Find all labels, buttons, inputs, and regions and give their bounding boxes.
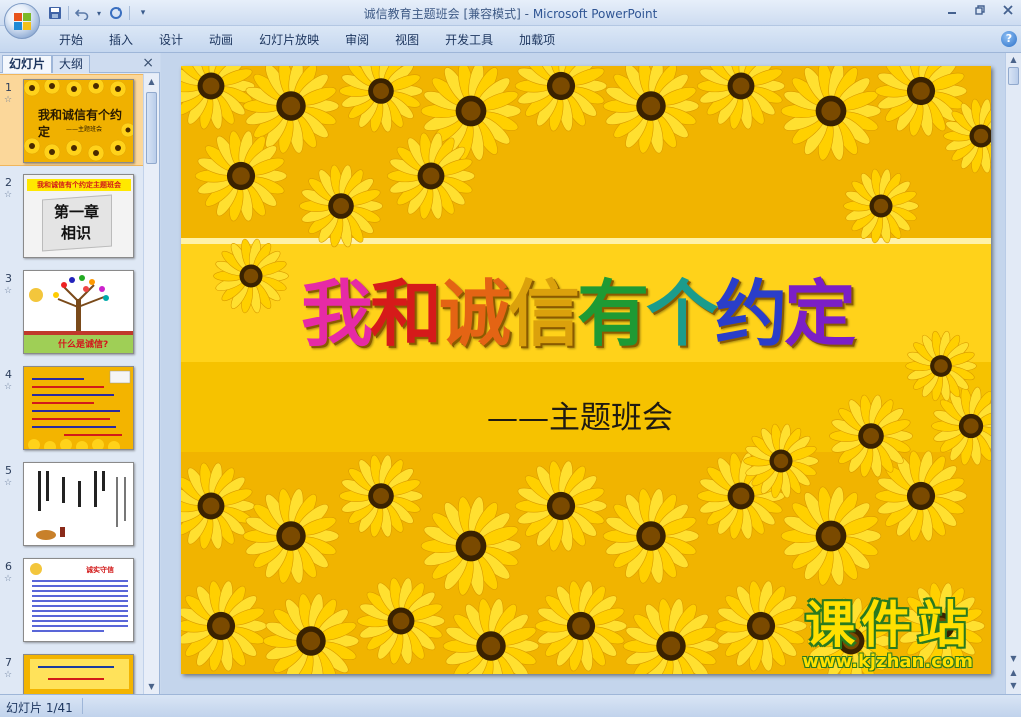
scroll-up-icon[interactable]: ▲ xyxy=(1008,54,1019,65)
slide-number: 7 xyxy=(5,656,12,669)
slide-number: 5 xyxy=(5,464,12,477)
tab-slideshow[interactable]: 幻灯片放映 xyxy=(246,31,332,49)
slide-thumbnail-list: 1 ☆ 我和诚信有个约定 ——主题班会 2 ☆ 我和诚信有个约定主题班会 第一章… xyxy=(0,74,144,694)
watermark-text: 课件站 xyxy=(805,596,973,654)
window-title-app: Microsoft PowerPoint xyxy=(532,7,658,21)
slide-thumbnail-row[interactable]: 6 ☆ 诚实守信 xyxy=(0,554,144,646)
slides-pane-scrollbar[interactable]: ▲ ▼ xyxy=(143,74,159,694)
tab-insert[interactable]: 插入 xyxy=(96,31,146,49)
scroll-down-icon[interactable]: ▼ xyxy=(1008,653,1019,664)
blue-text-pattern xyxy=(30,563,128,632)
status-bar: 幻灯片 1/41 xyxy=(0,694,1021,717)
next-slide-icon[interactable]: ▼ xyxy=(1008,680,1019,691)
vertical-text-pattern xyxy=(36,471,126,540)
slide-number: 3 xyxy=(5,272,12,285)
slide-number: 1 xyxy=(5,81,12,94)
title-char: 和 xyxy=(370,271,442,356)
pane-close-icon[interactable]: × xyxy=(142,55,154,71)
title-bar: ▾ ▾ 诚信教育主题班会 [兼容模式] - Microsoft PowerPoi… xyxy=(0,0,1021,39)
slide-title[interactable]: 我 和 诚 信 有 个 约 定 xyxy=(301,252,901,362)
tab-outline[interactable]: 大纲 xyxy=(52,55,91,73)
restore-icon[interactable] xyxy=(973,3,987,17)
slide-thumbnail-row[interactable]: 1 ☆ 我和诚信有个约定 ——主题班会 xyxy=(0,74,144,166)
tab-design[interactable]: 设计 xyxy=(146,31,196,49)
scrollbar-thumb[interactable] xyxy=(1008,67,1019,85)
slide-number: 6 xyxy=(5,560,12,573)
slide-thumbnail-row[interactable]: 3 ☆ 什么是诚信? xyxy=(0,266,144,358)
tab-review[interactable]: 审阅 xyxy=(332,31,382,49)
watermark-url: www.kjzhan.com xyxy=(802,651,973,672)
title-char: 信 xyxy=(508,271,580,356)
thumb-title: 我和诚信有个约定 xyxy=(38,108,123,139)
ribbon-tabs: 开始 插入 设计 动画 幻灯片放映 审阅 视图 开发工具 加载项 xyxy=(46,31,568,49)
title-char: 我 xyxy=(301,271,373,356)
text-lines-pattern xyxy=(28,370,131,449)
animation-star-icon: ☆ xyxy=(4,286,13,296)
slide-thumbnail[interactable]: 我和诚信有个约定 ——主题班会 xyxy=(23,79,134,163)
animation-star-icon: ☆ xyxy=(4,95,13,105)
editor-scrollbar[interactable]: ▲ ▼ ▲ ▼ xyxy=(1005,53,1021,694)
title-char: 个 xyxy=(646,271,718,356)
slide-thumbnail-row[interactable]: 5 ☆ xyxy=(0,458,144,550)
window-title-doc: 诚信教育主题班会 [兼容模式] - xyxy=(363,7,533,21)
scrollbar-thumb[interactable] xyxy=(146,92,157,164)
previous-slide-icon[interactable]: ▲ xyxy=(1008,667,1019,678)
ribbon-tab-bar: 开始 插入 设计 动画 幻灯片放映 审阅 视图 开发工具 加载项 ? xyxy=(0,26,1021,53)
animation-star-icon: ☆ xyxy=(4,190,13,200)
slide-thumbnail[interactable]: 诚实守信 xyxy=(23,558,134,642)
current-slide[interactable]: 我 和 诚 信 有 个 约 定 ——主题班会 课件站 www.kjzhan.co… xyxy=(181,66,991,674)
thumb-header: 我和诚信有个约定主题班会 xyxy=(27,179,131,191)
thumb-subtitle: 相识 xyxy=(61,224,92,242)
tab-view[interactable]: 视图 xyxy=(382,31,432,49)
tab-addins[interactable]: 加载项 xyxy=(506,31,568,49)
slide-thumbnail-row[interactable]: 2 ☆ 我和诚信有个约定主题班会 第一章 相识 xyxy=(0,170,144,262)
minimize-icon[interactable] xyxy=(945,3,959,17)
thumb-subtitle: ——主题班会 xyxy=(66,126,103,133)
scroll-down-icon[interactable]: ▼ xyxy=(146,681,157,692)
window-controls xyxy=(945,3,1015,17)
slide-number: 2 xyxy=(5,176,12,189)
title-char: 定 xyxy=(784,271,856,356)
slide-counter: 幻灯片 1/41 xyxy=(6,701,73,715)
pane-tabs: 幻灯片 大纲 × xyxy=(0,53,160,73)
slide-thumbnail-row[interactable]: 7 ☆ xyxy=(0,650,144,694)
thumb-title: 什么是诚信? xyxy=(58,340,109,350)
sunflower-background xyxy=(181,66,991,674)
slide-thumbnail[interactable] xyxy=(23,654,134,694)
watermark-logo: 课件站 www.kjzhan.com xyxy=(802,599,973,672)
text-lines-pattern xyxy=(30,659,129,689)
slide-subtitle[interactable]: ——主题班会 xyxy=(487,392,673,437)
office-logo-icon xyxy=(14,13,31,30)
animation-star-icon: ☆ xyxy=(4,478,13,488)
slide-thumbnail[interactable]: 什么是诚信? xyxy=(23,270,134,354)
help-icon[interactable]: ? xyxy=(1001,31,1017,47)
slides-pane: 幻灯片 大纲 × 1 ☆ 我和诚信有个约定 ——主题班会 2 ☆ 我和诚信有个约… xyxy=(0,53,160,694)
slide-number: 4 xyxy=(5,368,12,381)
slide-thumbnail[interactable] xyxy=(23,366,134,450)
animation-star-icon: ☆ xyxy=(4,382,13,392)
animation-star-icon: ☆ xyxy=(4,574,13,584)
animation-star-icon: ☆ xyxy=(4,670,13,680)
window-title: 诚信教育主题班会 [兼容模式] - Microsoft PowerPoint xyxy=(0,5,1021,22)
title-char: 约 xyxy=(715,271,787,356)
slide-thumbnail[interactable]: 我和诚信有个约定主题班会 第一章 相识 xyxy=(23,174,134,258)
thumb-header: 诚实守信 xyxy=(86,566,114,574)
tab-animations[interactable]: 动画 xyxy=(196,31,246,49)
close-icon[interactable] xyxy=(1001,3,1015,17)
title-char: 诚 xyxy=(439,271,511,356)
tab-home[interactable]: 开始 xyxy=(46,31,96,49)
slide-thumbnail-row[interactable]: 4 ☆ xyxy=(0,362,144,454)
thumb-title: 第一章 xyxy=(54,203,100,221)
tab-slides[interactable]: 幻灯片 xyxy=(2,55,53,73)
office-button[interactable] xyxy=(4,3,40,39)
title-char: 有 xyxy=(577,271,649,356)
slide-editing-area: 我 和 诚 信 有 个 约 定 ——主题班会 课件站 www.kjzhan.co… xyxy=(161,53,1021,694)
tab-developer[interactable]: 开发工具 xyxy=(432,31,506,49)
status-separator xyxy=(82,698,83,714)
slide-thumbnail[interactable] xyxy=(23,462,134,546)
scroll-up-icon[interactable]: ▲ xyxy=(146,76,157,87)
